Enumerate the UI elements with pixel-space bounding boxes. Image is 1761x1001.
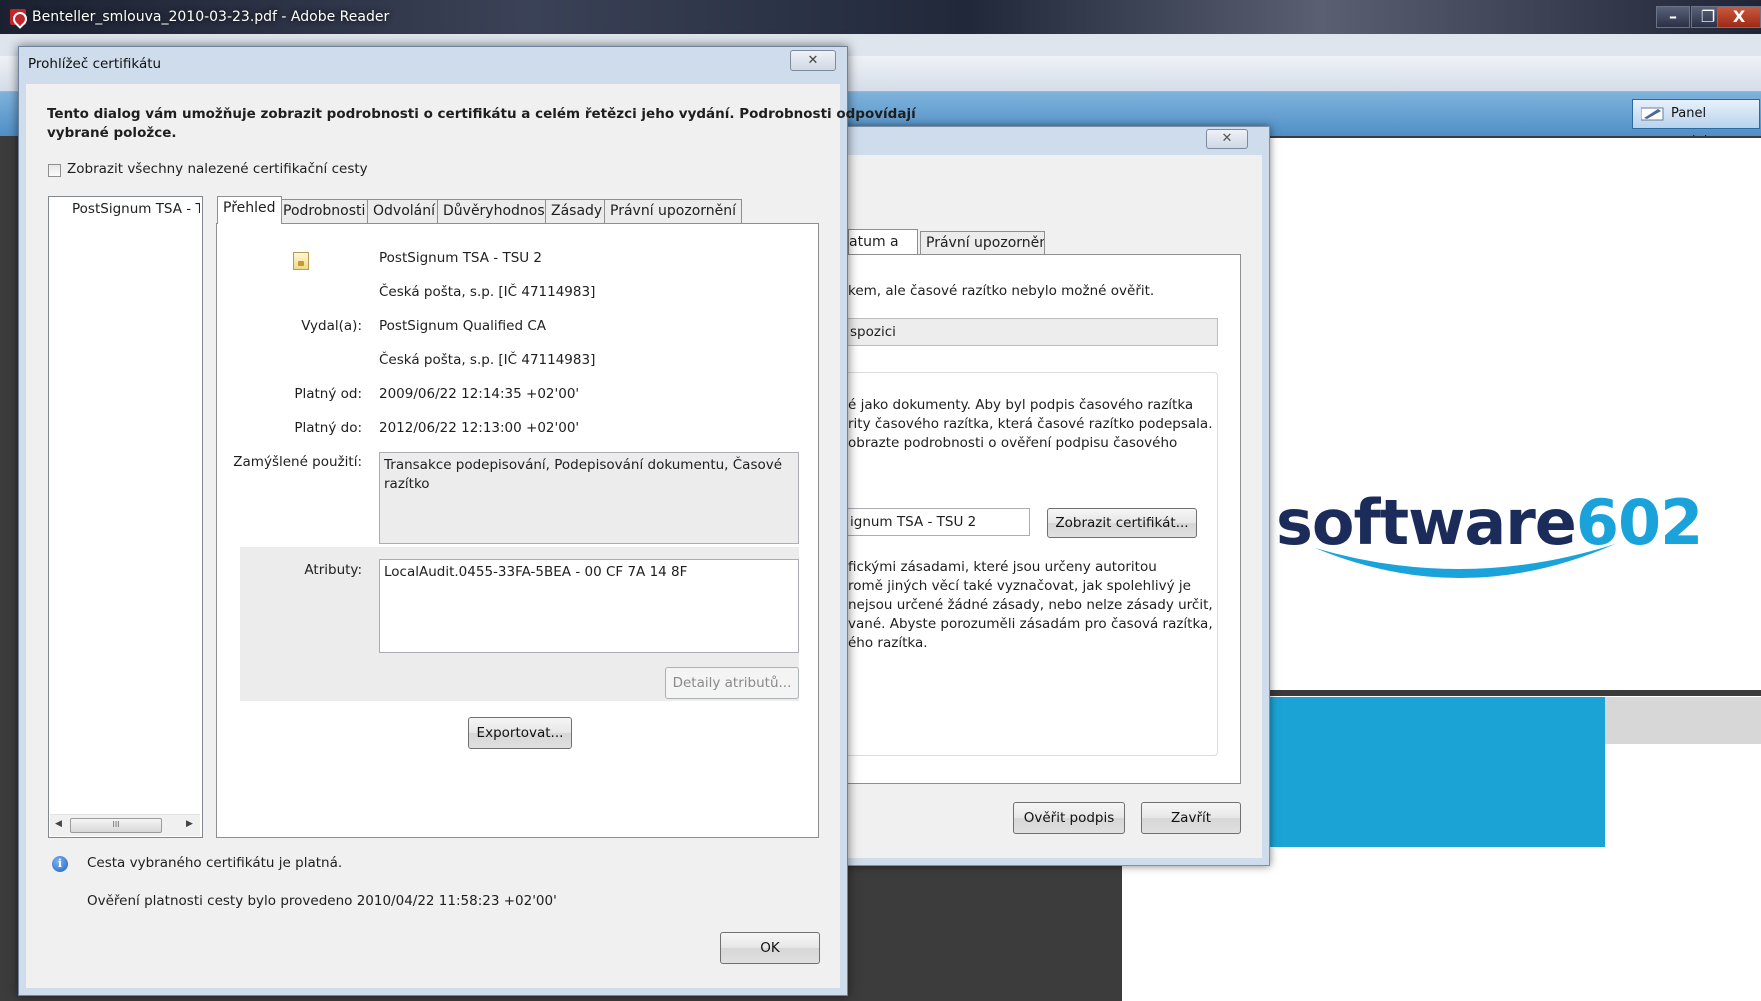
- show-certificate-button[interactable]: Zobrazit certifikát...: [1047, 508, 1197, 538]
- subject-name: PostSignum TSA - TSU 2: [379, 250, 543, 266]
- close-signature-dialog-button[interactable]: Zavřít: [1141, 802, 1241, 834]
- tree-item-postsignum-tsa[interactable]: PostSignum TSA - TSU 2: [72, 201, 200, 217]
- logo-swoosh-icon: [1315, 544, 1615, 579]
- timestamp-paragraph-line: rity časového razítka, která časové razí…: [848, 416, 1213, 432]
- subject-organization: Česká pošta, s.p. [IČ 47114983]: [379, 284, 596, 300]
- tab-date-time[interactable]: atum a čas: [848, 229, 918, 254]
- path-valid-status: Cesta vybraného certifikátu je platná.: [87, 855, 343, 871]
- signature-panel-button[interactable]: Panel podpisu: [1632, 99, 1760, 149]
- policy-paragraph-line: ého razítka.: [848, 635, 928, 651]
- description-line: vybrané položce.: [47, 125, 177, 141]
- certificate-path-tree[interactable]: [48, 196, 203, 838]
- signature-dialog-close-button[interactable]: ✕: [1206, 129, 1248, 149]
- timestamp-field: spozici: [848, 318, 1218, 346]
- export-button[interactable]: Exportovat...: [468, 717, 572, 749]
- ok-button[interactable]: OK: [720, 932, 820, 964]
- adobe-reader-icon: [10, 9, 26, 25]
- issuer-organization: Česká pošta, s.p. [IČ 47114983]: [379, 352, 596, 368]
- intended-usage-field: Transakce podepisování, Podepisování dok…: [379, 452, 799, 544]
- valid-to-label: Platný do:: [294, 420, 362, 436]
- certificate-dialog-close-button[interactable]: ✕: [790, 50, 836, 71]
- issued-by-label: Vydal(a):: [301, 318, 362, 334]
- policy-paragraph-line: romě jiných věcí také vyznačovat, jak sp…: [848, 578, 1191, 594]
- tab-revocation[interactable]: Odvolání: [367, 199, 441, 223]
- policy-paragraph-line: vané. Abyste porozuměli zásadám pro časo…: [848, 616, 1213, 632]
- timestamp-status-text: kem, ale časové razítko nebylo možné ově…: [848, 283, 1155, 299]
- attributes-label: Atributy:: [304, 562, 362, 578]
- certificate-icon: [293, 252, 309, 270]
- tab-legal-notice[interactable]: Právní upozornění: [604, 199, 743, 223]
- valid-from-label: Platný od:: [294, 386, 362, 402]
- show-all-paths-label: Zobrazit všechny nalezené certifikační c…: [67, 161, 368, 177]
- info-icon: i: [52, 856, 68, 872]
- dialog-description: Tento dialog vám umožňuje zobrazit podro…: [47, 105, 916, 143]
- tab-trust[interactable]: Důvěryhodnost: [437, 199, 557, 223]
- timestamp-paragraph-line: é jako dokumenty. Aby byl podpis časovéh…: [848, 397, 1194, 413]
- tree-horizontal-scrollbar[interactable]: ◀ III ▶: [50, 814, 200, 836]
- app-window-title: Benteller_smlouva_2010-03-23.pdf - Adobe…: [32, 9, 390, 25]
- document-blue-block: [1270, 697, 1605, 847]
- signature-pen-icon: [1641, 107, 1664, 121]
- close-window-button[interactable]: X: [1717, 6, 1761, 28]
- scroll-right-icon[interactable]: ▶: [186, 819, 193, 829]
- attribute-details-button[interactable]: Detaily atributů...: [665, 667, 799, 699]
- timestamp-authority-field: ignum TSA - TSU 2: [848, 508, 1030, 536]
- minimize-button[interactable]: –: [1656, 6, 1690, 28]
- valid-to-value: 2012/06/22 12:13:00 +02'00': [379, 420, 580, 436]
- tab-legal-notice-sig[interactable]: Právní upozornění: [920, 231, 1045, 254]
- scroll-thumb[interactable]: III: [70, 818, 162, 833]
- attributes-field[interactable]: LocalAudit.0455-33FA-5BEA - 00 CF 7A 14 …: [379, 559, 799, 653]
- description-line: Tento dialog vám umožňuje zobrazit podro…: [47, 106, 916, 122]
- tab-details[interactable]: Podrobnosti: [277, 199, 372, 223]
- policy-paragraph-line: nejsou určené žádné zásady, nebo nelze z…: [848, 597, 1213, 613]
- tab-policies[interactable]: Zásady: [545, 199, 609, 223]
- intended-usage-label: Zamýšlené použití:: [233, 454, 362, 470]
- path-validation-time: Ověření platnosti cesty bylo provedeno 2…: [87, 893, 557, 909]
- tab-overview[interactable]: Přehled: [217, 196, 282, 224]
- valid-from-value: 2009/06/22 12:14:35 +02'00': [379, 386, 580, 402]
- scroll-left-icon[interactable]: ◀: [55, 819, 62, 829]
- timestamp-paragraph-line: obrazte podrobnosti o ověření podpisu ča…: [848, 435, 1178, 451]
- issuer-name: PostSignum Qualified CA: [379, 318, 546, 334]
- document-grey-block: [1605, 697, 1761, 744]
- verify-signature-button[interactable]: Ověřit podpis: [1013, 802, 1125, 834]
- certificate-viewer-title: Prohlížeč certifikátu: [28, 56, 162, 72]
- show-all-paths-checkbox[interactable]: [48, 164, 61, 177]
- policy-paragraph-line: fickými zásadami, které jsou určeny auto…: [848, 559, 1157, 575]
